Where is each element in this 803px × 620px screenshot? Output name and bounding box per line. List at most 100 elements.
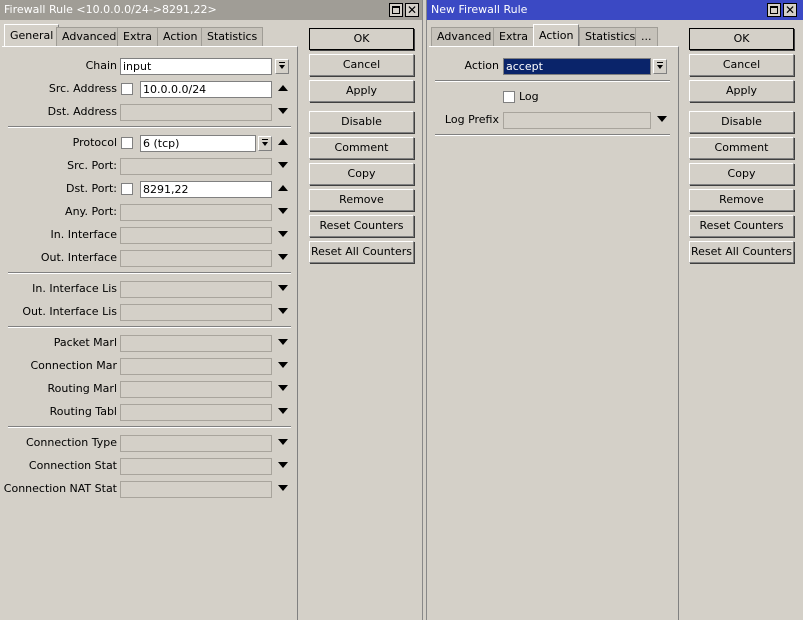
protocol-negate-checkbox[interactable] [121, 137, 133, 149]
tab-advanced[interactable]: Advanced [431, 27, 498, 47]
connection-type-label: Connection Type [25, 436, 117, 449]
reset-all-counters-button[interactable]: Reset All Counters [689, 241, 794, 263]
tab-action[interactable]: Action [157, 27, 204, 47]
out-interface-list-select[interactable] [120, 304, 272, 321]
reset-all-counters-button[interactable]: Reset All Counters [309, 241, 414, 263]
protocol-label: Protocol [72, 136, 117, 149]
routing-mark-label: Routing Marl [47, 382, 117, 395]
in-interface-list-select[interactable] [120, 281, 272, 298]
expand-arrow-icon[interactable] [657, 116, 667, 122]
disable-button[interactable]: Disable [309, 111, 414, 133]
src-address-input[interactable]: 10.0.0.0/24 [140, 81, 272, 98]
window-titlebar[interactable]: Firewall Rule <10.0.0.0/24->8291,22> [0, 0, 422, 20]
connection-nat-state-select[interactable] [120, 481, 272, 498]
ok-button[interactable]: OK [309, 28, 414, 50]
maximize-button[interactable] [767, 3, 781, 17]
expand-arrow-icon[interactable] [278, 162, 288, 168]
copy-button[interactable]: Copy [309, 163, 414, 185]
protocol-select[interactable]: 6 (tcp) [140, 135, 256, 152]
log-prefix-label: Log Prefix [444, 113, 499, 126]
out-interface-list-row: Out. Interface Lis [2, 303, 297, 321]
dst-port-input[interactable]: 8291,22 [140, 181, 272, 198]
close-button[interactable]: ✕ [405, 3, 419, 17]
dst-port-row: Dst. Port: 8291,22 [2, 180, 297, 198]
collapse-arrow-icon[interactable] [278, 185, 288, 191]
expand-arrow-icon[interactable] [278, 385, 288, 391]
remove-button[interactable]: Remove [309, 189, 414, 211]
reset-counters-button[interactable]: Reset Counters [309, 215, 414, 237]
action-select[interactable]: accept [503, 58, 651, 75]
tab-action[interactable]: Action [533, 24, 580, 47]
dst-address-input[interactable] [120, 104, 272, 121]
log-prefix-row: Log Prefix [429, 111, 678, 129]
comment-button[interactable]: Comment [309, 137, 414, 159]
routing-table-select[interactable] [120, 404, 272, 421]
reset-counters-button[interactable]: Reset Counters [689, 215, 794, 237]
expand-arrow-icon[interactable] [278, 462, 288, 468]
routing-mark-input[interactable] [120, 381, 272, 398]
tab-more[interactable]: ... [635, 27, 658, 47]
expand-arrow-icon[interactable] [278, 439, 288, 445]
expand-arrow-icon[interactable] [278, 339, 288, 345]
tab-advanced[interactable]: Advanced [56, 27, 123, 47]
protocol-row: Protocol 6 (tcp) [2, 134, 297, 152]
tab-statistics[interactable]: Statistics [579, 27, 642, 47]
tab-extra[interactable]: Extra [493, 27, 535, 47]
firewall-rule-window: Firewall Rule <10.0.0.0/24->8291,22> ✕ G… [0, 0, 423, 620]
action-dropdown-button[interactable] [653, 59, 667, 74]
apply-button[interactable]: Apply [689, 80, 794, 102]
copy-button[interactable]: Copy [689, 163, 794, 185]
collapse-arrow-icon[interactable] [278, 85, 288, 91]
expand-arrow-icon[interactable] [278, 285, 288, 291]
tab-statistics[interactable]: Statistics [201, 27, 264, 47]
packet-mark-input[interactable] [120, 335, 272, 352]
comment-button[interactable]: Comment [689, 137, 794, 159]
connection-mark-input[interactable] [120, 358, 272, 375]
expand-arrow-icon[interactable] [278, 108, 288, 114]
chain-dropdown-button[interactable] [275, 59, 289, 74]
dst-port-negate-checkbox[interactable] [121, 183, 133, 195]
maximize-icon [770, 6, 778, 14]
src-port-input[interactable] [120, 158, 272, 175]
remove-button[interactable]: Remove [689, 189, 794, 211]
protocol-dropdown-button[interactable] [258, 136, 272, 151]
separator [8, 426, 291, 428]
expand-arrow-icon[interactable] [278, 485, 288, 491]
expand-arrow-icon[interactable] [278, 208, 288, 214]
maximize-button[interactable] [389, 3, 403, 17]
in-interface-row: In. Interface [2, 226, 297, 244]
connection-type-select[interactable] [120, 435, 272, 452]
separator [8, 126, 291, 128]
out-interface-select[interactable] [120, 250, 272, 267]
action-row: Action accept [429, 57, 678, 75]
chevron-down-icon [279, 65, 285, 69]
routing-table-row: Routing Tabl [2, 403, 297, 421]
src-address-negate-checkbox[interactable] [121, 83, 133, 95]
src-port-label: Src. Port: [67, 159, 117, 172]
window-titlebar[interactable]: New Firewall Rule [427, 0, 803, 20]
action-label: Action [464, 59, 499, 72]
any-port-input[interactable] [120, 204, 272, 221]
action-panel: Action accept Log Log Prefix [429, 46, 679, 620]
cancel-button[interactable]: Cancel [689, 54, 794, 76]
log-checkbox[interactable] [503, 91, 515, 103]
ok-button[interactable]: OK [689, 28, 794, 50]
tab-extra[interactable]: Extra [117, 27, 159, 47]
collapse-arrow-icon[interactable] [278, 139, 288, 145]
disable-button[interactable]: Disable [689, 111, 794, 133]
apply-button[interactable]: Apply [309, 80, 414, 102]
expand-arrow-icon[interactable] [278, 231, 288, 237]
in-interface-select[interactable] [120, 227, 272, 244]
expand-arrow-icon[interactable] [278, 254, 288, 260]
connection-state-select[interactable] [120, 458, 272, 475]
expand-arrow-icon[interactable] [278, 362, 288, 368]
close-button[interactable]: ✕ [783, 3, 797, 17]
chain-select[interactable]: input [120, 58, 272, 75]
log-prefix-input[interactable] [503, 112, 651, 129]
cancel-button[interactable]: Cancel [309, 54, 414, 76]
expand-arrow-icon[interactable] [278, 408, 288, 414]
expand-arrow-icon[interactable] [278, 308, 288, 314]
dropdown-bar-icon [279, 62, 285, 63]
tab-general[interactable]: General [4, 24, 60, 47]
connection-state-row: Connection Stat [2, 457, 297, 475]
